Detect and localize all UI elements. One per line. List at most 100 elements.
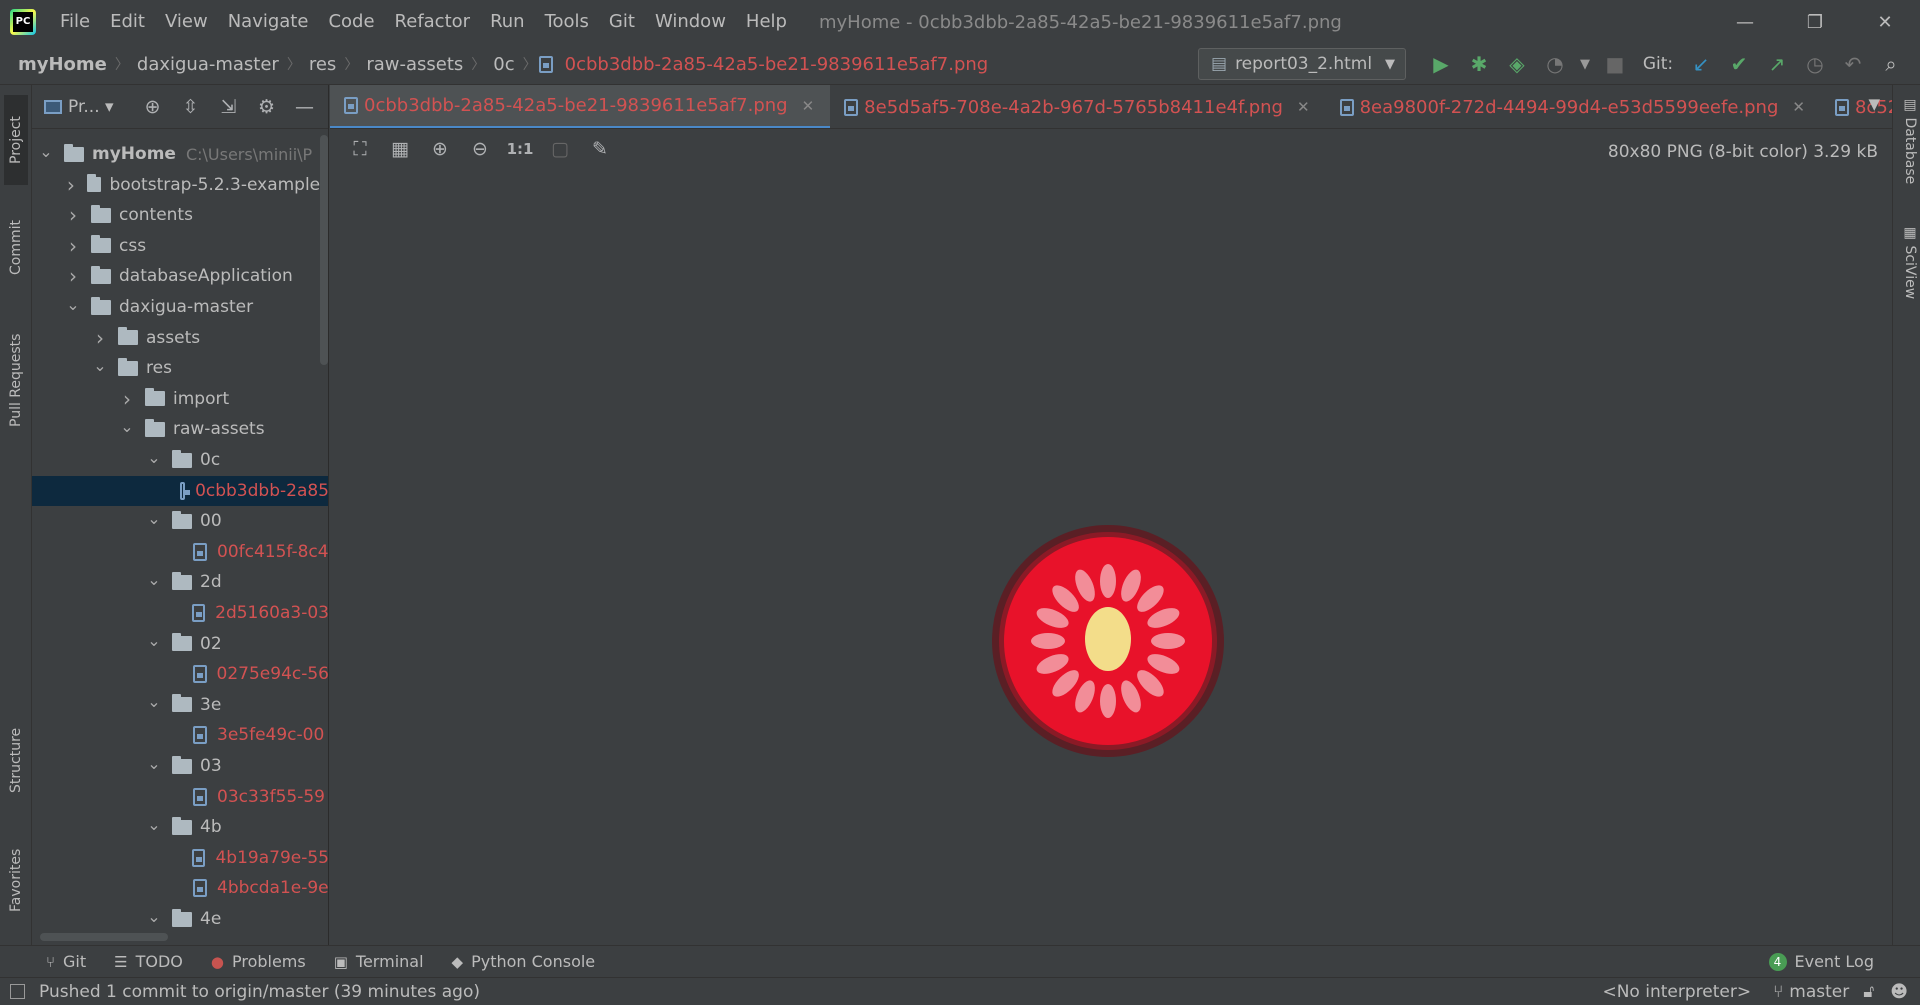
menu-item-navigate[interactable]: Navigate — [218, 0, 319, 44]
tree-row[interactable]: 4bbcda1e-9e — [32, 873, 328, 903]
tree-row[interactable]: ⌄ myHome C:\Users\minii\P — [32, 139, 328, 169]
tree-row[interactable]: › bootstrap-5.2.3-examples — [32, 170, 328, 200]
menu-item-git[interactable]: Git — [599, 0, 645, 44]
toggle-tool-windows-icon[interactable] — [10, 984, 25, 999]
locate-icon[interactable]: ⊕ — [134, 96, 172, 118]
tool-tab-python-console[interactable]: ◆ Python Console — [452, 952, 596, 971]
actual-size-icon[interactable]: 1:1 — [500, 140, 540, 158]
tree-row[interactable]: ⌄ 02 — [32, 629, 328, 659]
chevron-down-icon[interactable]: ⌄ — [146, 509, 162, 528]
breadcrumb-item[interactable]: myHome — [0, 54, 113, 75]
tree-row[interactable]: ⌄ 2d — [32, 567, 328, 597]
tool-tab-structure[interactable]: Structure — [4, 710, 28, 810]
chevron-right-icon[interactable]: › — [92, 326, 108, 350]
chevron-down-icon[interactable]: ⌄ — [92, 356, 108, 375]
tree-row[interactable]: › databaseApplication — [32, 261, 328, 291]
menu-item-run[interactable]: Run — [480, 0, 535, 44]
breadcrumb-item[interactable]: 0cbb3dbb-2a85-42a5-be21-9839611e5af7.png — [559, 54, 995, 75]
chevron-down-icon[interactable]: ⌄ — [119, 417, 135, 436]
project-view-select[interactable]: Pr... ▾ — [68, 97, 114, 117]
tool-tab-project[interactable]: Project — [4, 95, 28, 185]
stop-icon[interactable]: ■ — [1596, 44, 1634, 84]
git-branch-selector[interactable]: master — [1789, 982, 1849, 1002]
grid-icon[interactable]: ▦ — [380, 138, 420, 160]
menu-item-view[interactable]: View — [155, 0, 218, 44]
tool-tab-favorites[interactable]: Favorites — [4, 830, 28, 930]
inspector-icon[interactable]: ☻ — [1890, 982, 1908, 1002]
tool-tab-database[interactable]: ▤ Database — [1896, 97, 1918, 184]
menu-item-code[interactable]: Code — [318, 0, 384, 44]
breadcrumb-item[interactable]: res — [303, 54, 342, 75]
collapse-all-icon[interactable]: ⇲ — [210, 96, 248, 118]
chevron-right-icon[interactable]: › — [65, 203, 81, 227]
tool-tab-commit[interactable]: Commit — [4, 203, 28, 293]
close-icon[interactable]: ✕ — [1850, 0, 1920, 44]
chevron-down-icon[interactable]: ▼ — [1574, 44, 1596, 84]
status-message[interactable]: Pushed 1 commit to origin/master (39 min… — [39, 982, 480, 1002]
interpreter-selector[interactable]: <No interpreter> — [1602, 982, 1751, 1002]
tree-row[interactable]: ⌄ raw-assets — [32, 414, 328, 444]
tool-tab-todo[interactable]: ☰ TODO — [114, 952, 183, 971]
menu-item-help[interactable]: Help — [736, 0, 797, 44]
gear-icon[interactable]: ⚙ — [248, 96, 286, 118]
menu-item-edit[interactable]: Edit — [100, 0, 155, 44]
chevron-down-icon[interactable]: ⌄ — [146, 754, 162, 773]
tree-row[interactable]: 3e5fe49c-00 — [32, 720, 328, 750]
close-tab-icon[interactable]: ✕ — [1297, 98, 1310, 116]
chevron-right-icon[interactable]: › — [119, 387, 135, 411]
editor-tab[interactable]: 8c52a851-99 — [1821, 85, 1892, 128]
tree-row[interactable]: ⌄ 3e — [32, 690, 328, 720]
tree-row[interactable]: ⌄ 4e — [32, 904, 328, 930]
hide-icon[interactable]: — — [286, 96, 324, 118]
chevron-right-icon[interactable]: › — [65, 173, 77, 197]
lock-icon[interactable]: 🔓︎ — [1863, 982, 1874, 1002]
chevron-right-icon[interactable]: › — [65, 234, 81, 258]
debug-icon[interactable]: ✱ — [1460, 44, 1498, 84]
menu-item-refactor[interactable]: Refactor — [385, 0, 481, 44]
git-push-icon[interactable]: ↗ — [1758, 44, 1796, 84]
fit-zoom-icon[interactable]: ⛶ — [340, 138, 380, 160]
chevron-down-icon[interactable]: ⌄ — [146, 692, 162, 711]
zoom-in-icon[interactable]: ⊕ — [420, 138, 460, 160]
menu-item-tools[interactable]: Tools — [535, 0, 599, 44]
run-configuration-select[interactable]: ▤ report03_2.html ▼ — [1198, 48, 1406, 80]
close-tab-icon[interactable]: ✕ — [802, 97, 815, 115]
profile-icon[interactable]: ◔ — [1536, 44, 1574, 84]
git-update-icon[interactable]: ↙ — [1682, 44, 1720, 84]
vertical-scrollbar[interactable] — [320, 135, 328, 365]
git-commit-icon[interactable]: ✔ — [1720, 44, 1758, 84]
background-icon[interactable]: ▢ — [540, 138, 580, 160]
chevron-down-icon[interactable]: ⌄ — [146, 907, 162, 926]
zoom-out-icon[interactable]: ⊖ — [460, 138, 500, 160]
breadcrumb-item[interactable]: daxigua-master — [131, 54, 285, 75]
rollback-icon[interactable]: ↶ — [1834, 44, 1872, 84]
event-log-button[interactable]: 4 Event Log — [1768, 952, 1874, 971]
tabs-overflow-icon[interactable]: ▼ — [1868, 95, 1880, 113]
tree-row[interactable]: › assets — [32, 323, 328, 353]
tool-tab-git[interactable]: ⑂ Git — [46, 952, 86, 971]
tree-row[interactable]: 2d5160a3-03 — [32, 598, 328, 628]
chevron-down-icon[interactable]: ⌄ — [38, 142, 54, 161]
tree-row[interactable]: ⌄ 00 — [32, 506, 328, 536]
tree-row[interactable]: 4b19a79e-55 — [32, 843, 328, 873]
tool-tab-pull-requests[interactable]: Pull Requests — [4, 315, 28, 445]
tree-row[interactable]: › css — [32, 231, 328, 261]
close-tab-icon[interactable]: ✕ — [1792, 98, 1805, 116]
tree-row[interactable]: › import — [32, 384, 328, 414]
breadcrumb-item[interactable]: raw-assets — [360, 54, 469, 75]
tree-row[interactable]: 03c33f55-59 — [32, 782, 328, 812]
chevron-down-icon[interactable]: ⌄ — [65, 295, 81, 314]
editor-tab[interactable]: 8e5d5af5-708e-4a2b-967d-5765b8411e4f.png… — [830, 85, 1325, 128]
tree-row[interactable]: ⌄ daxigua-master — [32, 292, 328, 322]
coverage-icon[interactable]: ◈ — [1498, 44, 1536, 84]
tree-row[interactable]: 0cbb3dbb-2a85 — [32, 475, 328, 506]
menu-item-window[interactable]: Window — [645, 0, 736, 44]
editor-tab[interactable]: 8ea9800f-272d-4494-99d4-e53d5599eefe.png… — [1326, 85, 1821, 128]
expand-all-icon[interactable]: ⇳ — [172, 96, 210, 118]
tool-tab-problems[interactable]: ● Problems — [211, 952, 306, 971]
chevron-down-icon[interactable]: ⌄ — [146, 631, 162, 650]
chevron-down-icon[interactable]: ⌄ — [146, 815, 162, 834]
tree-row[interactable]: ⌄ 0c — [32, 445, 328, 475]
tree-row[interactable]: ⌄ res — [32, 353, 328, 383]
run-icon[interactable]: ▶ — [1422, 44, 1460, 84]
